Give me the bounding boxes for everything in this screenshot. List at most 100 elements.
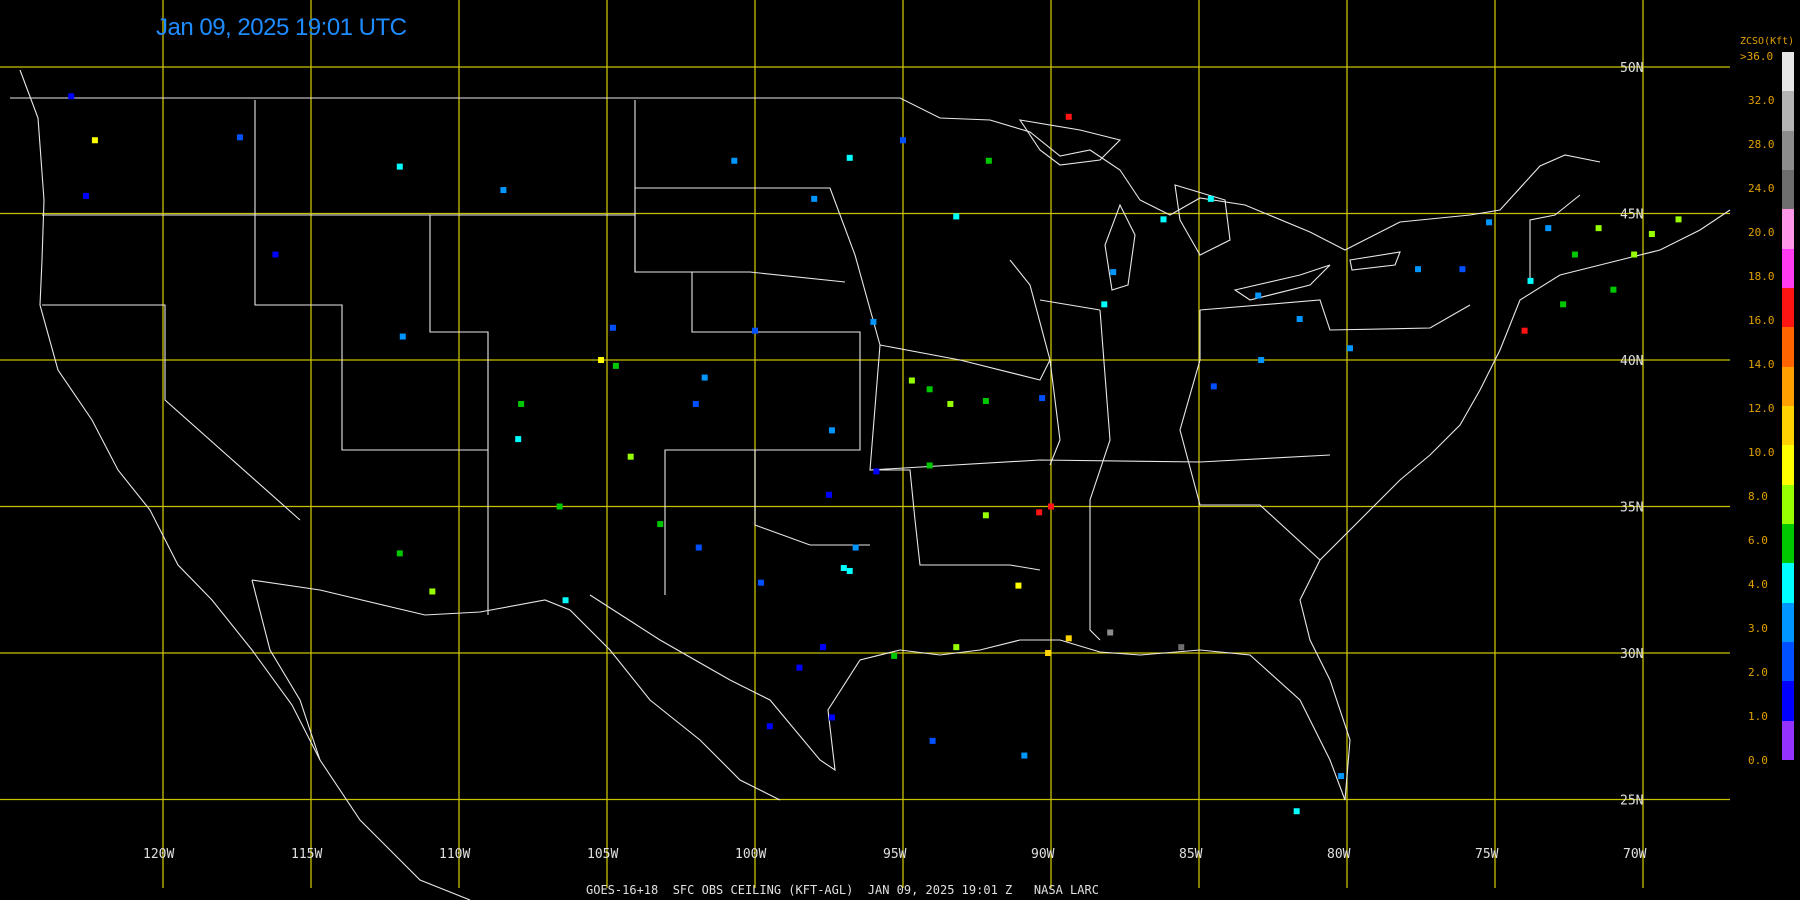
longitude-label: 100W xyxy=(735,847,766,862)
legend-label: 14.0 xyxy=(1748,358,1775,371)
lake-ontario xyxy=(1349,251,1401,271)
state-lines xyxy=(1529,194,1581,280)
legend-label: 4.0 xyxy=(1748,578,1768,591)
station-marker xyxy=(396,550,403,557)
legend-color-swatch xyxy=(1782,327,1794,367)
station-marker xyxy=(1595,225,1602,232)
longitude-label: 80W xyxy=(1327,847,1351,862)
latitude-label: 50N xyxy=(1620,61,1643,76)
station-marker xyxy=(1527,277,1534,284)
timestamp-title: Jan 09, 2025 19:01 UTC xyxy=(156,14,407,41)
station-marker xyxy=(236,134,243,141)
legend-color-swatch xyxy=(1782,248,1794,288)
station-marker xyxy=(926,462,933,469)
station-observations xyxy=(68,93,1682,815)
station-marker xyxy=(982,512,989,519)
station-marker xyxy=(1486,219,1493,226)
longitude-label: 110W xyxy=(439,847,470,862)
station-marker xyxy=(500,187,507,194)
pacific-coastline xyxy=(19,69,321,761)
legend-label: 18.0 xyxy=(1748,270,1775,283)
station-marker xyxy=(1101,301,1108,308)
station-marker xyxy=(562,597,569,604)
longitude-label: 95W xyxy=(883,847,907,862)
legend-color-swatch xyxy=(1782,209,1794,249)
station-marker xyxy=(692,400,699,407)
state-lines xyxy=(1039,299,1101,311)
station-marker xyxy=(1015,582,1022,589)
station-marker xyxy=(1346,345,1353,352)
longitude-label: 75W xyxy=(1475,847,1499,862)
station-marker xyxy=(929,737,936,744)
station-marker xyxy=(1459,266,1466,273)
lake-erie xyxy=(1233,264,1331,301)
station-marker xyxy=(828,427,835,434)
station-marker xyxy=(1045,650,1052,656)
state-lines xyxy=(879,344,1051,381)
station-marker xyxy=(556,503,563,510)
station-marker xyxy=(811,195,818,202)
station-marker xyxy=(731,157,738,164)
legend-label: 2.0 xyxy=(1748,666,1768,679)
station-marker xyxy=(1296,315,1303,322)
station-marker xyxy=(757,579,764,586)
legend-label: 3.0 xyxy=(1748,622,1768,635)
legend-label: 12.0 xyxy=(1748,402,1775,415)
legend-label: 20.0 xyxy=(1748,226,1775,239)
legend-color-swatch xyxy=(1782,641,1794,682)
station-marker xyxy=(1036,509,1043,516)
station-marker xyxy=(272,251,279,258)
station-marker xyxy=(1675,216,1682,223)
legend-color-swatch xyxy=(1782,130,1794,170)
station-marker xyxy=(1610,286,1617,293)
legend-title: ZCSO(Kft) xyxy=(1740,36,1795,47)
station-marker xyxy=(947,400,954,407)
station-marker xyxy=(1560,301,1567,308)
state-lines xyxy=(254,100,489,450)
legend-color-swatch xyxy=(1782,91,1794,131)
station-marker xyxy=(1293,808,1300,815)
station-marker xyxy=(1107,629,1114,636)
lake-huron xyxy=(1174,184,1231,256)
legend-label: 24.0 xyxy=(1748,182,1775,195)
station-marker xyxy=(1571,251,1578,258)
legend-color-swatch xyxy=(1782,602,1794,642)
station-marker xyxy=(68,93,75,100)
station-marker xyxy=(609,324,616,331)
product-footer: GOES-16+18 SFC OBS CEILING (KFT-AGL) JAN… xyxy=(586,883,1099,897)
station-marker xyxy=(1110,269,1117,276)
station-marker xyxy=(846,567,853,574)
station-marker xyxy=(695,544,702,551)
longitude-label: 70W xyxy=(1623,847,1647,862)
station-marker xyxy=(1021,752,1028,759)
legend-color-swatch xyxy=(1782,484,1794,524)
legend-label: 8.0 xyxy=(1748,490,1768,503)
state-lines xyxy=(1199,299,1471,331)
station-marker xyxy=(1258,357,1265,363)
latitude-label: 25N xyxy=(1620,794,1643,809)
legend-color-swatch xyxy=(1782,405,1794,446)
station-marker xyxy=(873,468,880,475)
station-marker xyxy=(1065,113,1072,120)
station-marker xyxy=(820,644,827,651)
us-canada-border xyxy=(10,97,1601,251)
latitude-label: 40N xyxy=(1620,354,1643,369)
station-marker xyxy=(399,333,406,340)
legend-label: 6.0 xyxy=(1748,534,1768,547)
station-marker xyxy=(627,453,634,460)
legend-color-swatch xyxy=(1782,523,1794,564)
station-marker xyxy=(598,357,605,363)
map-canvas[interactable]: 120W 115W 110W 105W 100W 95W 90W 85W 80W 75W 70W 50… xyxy=(0,0,1800,900)
station-marker xyxy=(1160,216,1167,223)
station-marker xyxy=(900,137,906,144)
state-lines xyxy=(42,304,301,521)
longitude-label: 120W xyxy=(143,847,174,862)
station-marker xyxy=(612,362,619,369)
station-marker xyxy=(515,436,522,443)
state-lines xyxy=(1179,310,1321,561)
station-marker xyxy=(91,137,98,144)
station-marker xyxy=(1631,251,1638,258)
station-marker xyxy=(926,386,933,393)
station-marker xyxy=(870,318,877,325)
station-marker xyxy=(840,565,847,572)
